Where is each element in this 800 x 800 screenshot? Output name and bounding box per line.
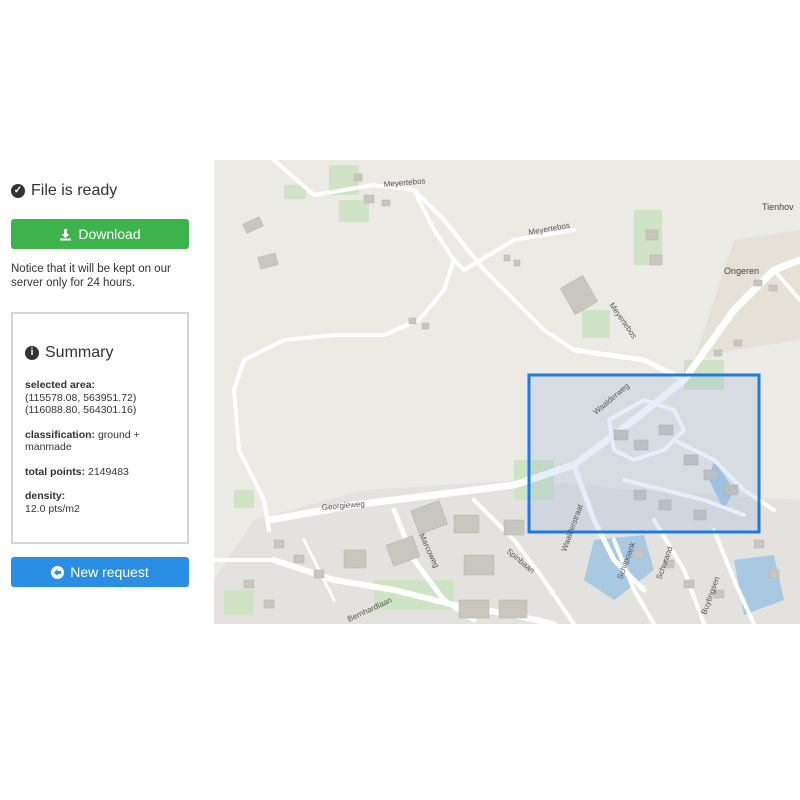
building [649, 254, 663, 266]
classification: classification: ground + manmade [25, 429, 181, 454]
park-6 [234, 490, 254, 508]
building [458, 599, 490, 619]
park-5 [582, 310, 610, 338]
building [381, 199, 391, 207]
label-ongeren: Ongeren [724, 266, 759, 276]
building [363, 194, 375, 204]
building [713, 349, 723, 357]
selected-area-label: selected area: [25, 379, 96, 391]
building [753, 539, 765, 549]
total-points-value: 2149483 [88, 465, 129, 478]
info-icon: i [25, 346, 39, 360]
building [645, 229, 659, 241]
density-value: 12.0 pts/m2 [25, 502, 80, 515]
map-canvas[interactable]: Meyertebos Meyertebos Meyertebos Georgie… [214, 160, 800, 624]
park-2 [339, 200, 369, 222]
building [421, 322, 430, 330]
building [313, 569, 325, 579]
building [633, 549, 645, 559]
arrow-left-circle-icon [51, 565, 65, 579]
total-points-label: total points: [25, 465, 86, 478]
building [768, 284, 778, 292]
building [343, 549, 367, 569]
building [463, 554, 495, 576]
selected-area-line2: (116088.80, 564301.16) [25, 404, 137, 416]
summary-title: Summary [45, 344, 114, 361]
file-ready-text: File is ready [31, 182, 118, 199]
building [733, 339, 743, 347]
building [503, 519, 525, 536]
new-request-label: New request [70, 564, 149, 580]
label-tienhoven: Tienhov [762, 202, 794, 212]
total-points: total points: 2149483 [25, 466, 181, 479]
download-label: Download [78, 226, 141, 242]
building [408, 317, 417, 325]
park-9 [224, 590, 254, 615]
selected-area-line1: (115578.08, 563951.72) [25, 391, 137, 404]
building [498, 599, 528, 619]
building [353, 173, 363, 182]
summary-details: selected area: (115578.08, 563951.72) (1… [25, 379, 181, 527]
summary-heading: i Summary [25, 344, 113, 362]
selection-rectangle[interactable] [527, 373, 761, 534]
building [273, 539, 285, 549]
building [768, 569, 780, 579]
file-ready-heading: ✓ File is ready [11, 182, 117, 200]
summary-box: i Summary selected area: (115578.08, 563… [11, 312, 189, 544]
building [293, 554, 305, 564]
check-circle-icon: ✓ [11, 184, 25, 198]
selected-area: selected area: (115578.08, 563951.72) (1… [25, 379, 181, 417]
building [503, 254, 511, 262]
retention-notice: Notice that it will be kept on our serve… [11, 263, 171, 289]
building [753, 279, 763, 287]
density-label: density: [25, 490, 66, 502]
new-request-button[interactable]: New request [11, 557, 189, 587]
map-view[interactable]: Meyertebos Meyertebos Meyertebos Georgie… [214, 160, 800, 624]
building [683, 579, 695, 589]
download-icon [60, 228, 72, 240]
classification-label: classification: [25, 428, 96, 441]
building [453, 514, 480, 534]
building [243, 579, 255, 589]
building [513, 259, 521, 267]
building [263, 599, 275, 609]
density: density: 12.0 pts/m2 [25, 490, 181, 515]
download-button[interactable]: Download [11, 219, 189, 249]
